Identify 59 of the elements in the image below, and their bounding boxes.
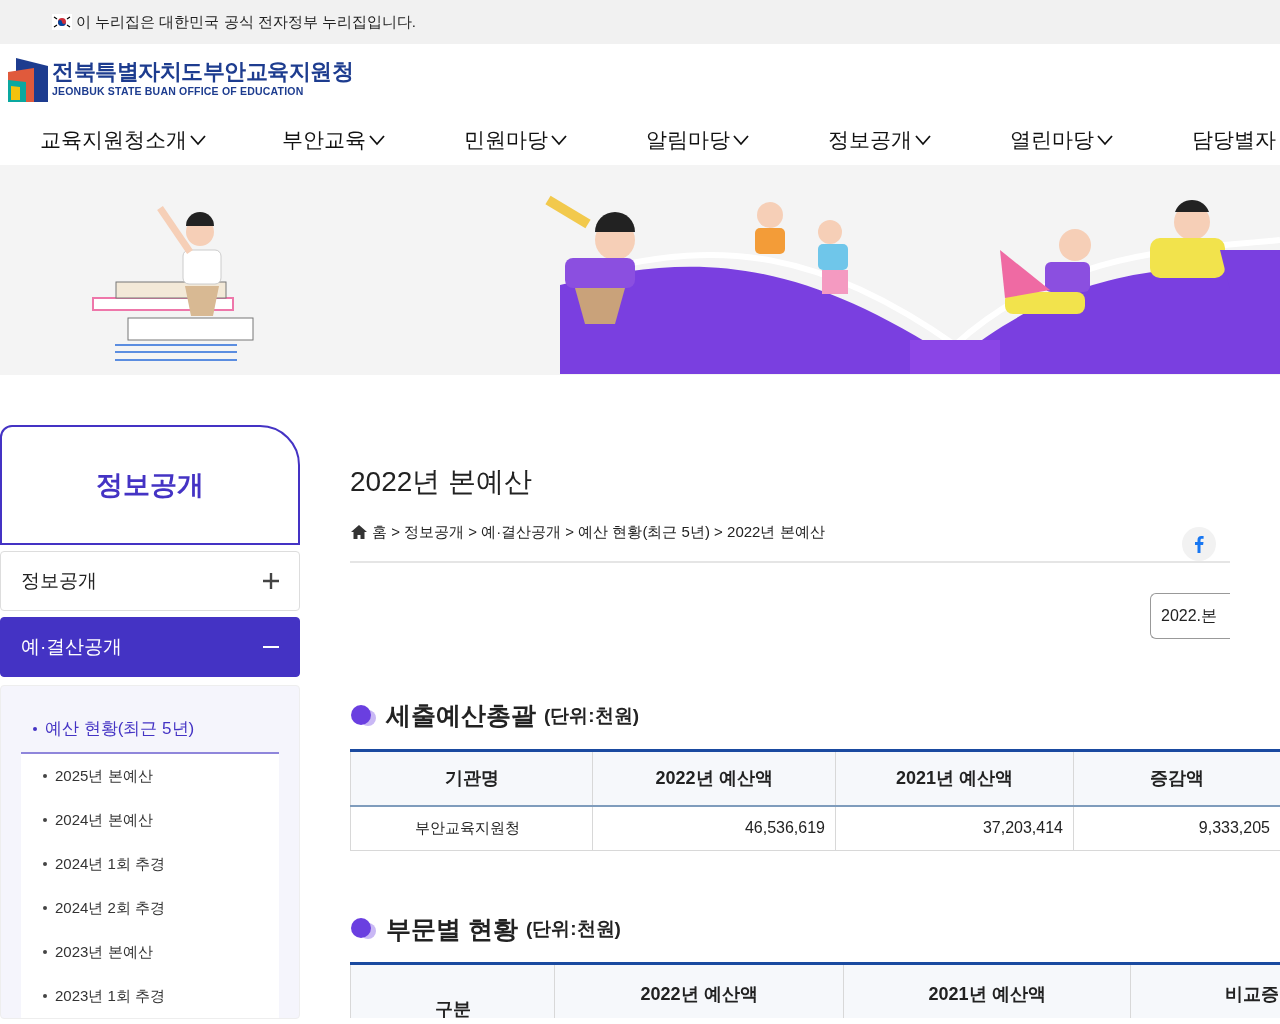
- table-header-cell: 2022년 예산액: [592, 750, 836, 807]
- chevron-down-icon: [550, 134, 568, 146]
- home-icon: [350, 523, 368, 540]
- bullet-icon: [33, 726, 37, 731]
- logo-icon: [8, 57, 48, 102]
- table-header-cell: 2022년 예산액: [554, 963, 844, 1018]
- gov-notice-text: 이 누리집은 대한민국 공식 전자정부 누리집입니다.: [76, 11, 416, 32]
- expand-icon: [263, 573, 279, 589]
- submenu-link[interactable]: 2024년 2회 추경: [21, 885, 279, 930]
- nav-menu-item[interactable]: 알림마당: [646, 124, 828, 156]
- table-cell: 37,203,414: [835, 806, 1074, 851]
- chevron-down-icon: [189, 134, 207, 146]
- nav-menu-item[interactable]: 열린마당: [1010, 124, 1192, 156]
- submenu-link[interactable]: 2025년 본예산: [21, 753, 279, 798]
- year-select[interactable]: 2022.본: [1150, 593, 1230, 640]
- flag-icon: [52, 14, 72, 30]
- submenu-link[interactable]: 2023년 1회 추경: [21, 973, 279, 1018]
- bullet-icon: [43, 861, 47, 866]
- submenu-link[interactable]: 2024년 본예산: [21, 797, 279, 842]
- chevron-down-icon: [1096, 134, 1114, 146]
- chevron-down-icon: [368, 134, 386, 146]
- submenu-link[interactable]: 2024년 1회 추경: [21, 841, 279, 886]
- nav-menu-item[interactable]: 부안교육: [282, 124, 464, 156]
- bullet-icon: [43, 993, 47, 998]
- bullet-icon: [43, 773, 47, 778]
- bullet-icon: [43, 905, 47, 910]
- sidebar-menu-item[interactable]: 정보공개: [0, 551, 300, 611]
- table-header-cell: 2021년 예산액: [835, 750, 1074, 807]
- nav-menu-item[interactable]: 민원마당: [464, 124, 646, 156]
- breadcrumb: 홈 > 정보공개 > 예·결산공개 > 예산 현황(최근 5년) > 2022년 본예산: [372, 521, 825, 542]
- chevron-down-icon: [914, 134, 932, 146]
- table-header-cell: 증감액: [1073, 750, 1280, 807]
- bullet-icon: [350, 704, 378, 727]
- submenu-link[interactable]: 2023년 본예산: [21, 929, 279, 974]
- chevron-down-icon: [732, 134, 750, 146]
- unit-label: (단위:천원): [544, 703, 639, 728]
- bullet-icon: [350, 918, 378, 941]
- section-title: 세출예산총괄: [386, 700, 536, 732]
- section-title: 부문별 현황: [386, 913, 518, 945]
- nav-menu-item[interactable]: 정보공개: [828, 124, 1010, 156]
- table-header-cell: 구분: [350, 963, 555, 1018]
- bullet-icon: [43, 817, 47, 822]
- logo[interactable]: 전북특별자치도부안교육지원청 JEONBUK STATE BUAN OFFICE OF EDUCATION: [8, 57, 353, 102]
- unit-label: (단위:천원): [525, 917, 621, 942]
- table-header-cell: 비교증: [1130, 963, 1280, 1018]
- nav-menu-item[interactable]: 교육지원청소개: [40, 124, 282, 156]
- logo-title: 전북특별자치도부안교육지원청: [52, 59, 353, 84]
- table-cell: 부안교육지원청: [350, 806, 593, 851]
- table-cell: 46,536,619: [592, 806, 836, 851]
- table-header-cell: 기관명: [350, 750, 593, 807]
- sidebar-menu-item[interactable]: 예·결산공개: [0, 617, 300, 677]
- facebook-icon: [1194, 534, 1204, 553]
- nav-menu-item[interactable]: 담당별자: [1192, 124, 1280, 156]
- facebook-share-button[interactable]: [1182, 526, 1216, 561]
- table-header-cell: 2021년 예산액: [843, 963, 1131, 1018]
- page-title: 2022년 본예산: [350, 465, 534, 499]
- sidebar-title: 정보공개: [96, 468, 204, 502]
- bullet-icon: [43, 949, 47, 954]
- logo-subtitle: JEONBUK STATE BUAN OFFICE OF EDUCATION: [52, 83, 305, 99]
